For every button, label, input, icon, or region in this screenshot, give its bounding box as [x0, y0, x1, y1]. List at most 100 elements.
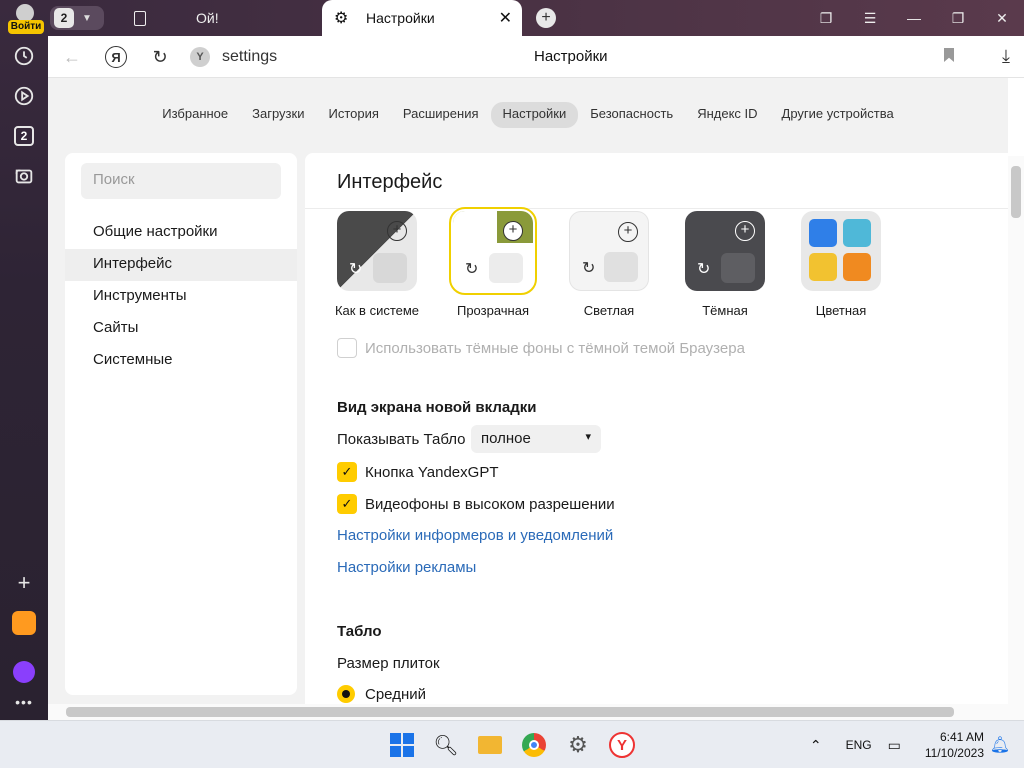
hd-video-checkbox-row[interactable]: ✓ Видеофоны в высоком разрешении: [337, 493, 615, 515]
topnav-settings[interactable]: Настройки: [490, 102, 579, 128]
scrollbar-thumb[interactable]: [1011, 166, 1021, 218]
menu-icon[interactable]: ☰: [848, 0, 892, 36]
radio-selected-icon: [337, 685, 355, 703]
minimize-button[interactable]: —: [892, 0, 936, 36]
checkbox-label: Использовать тёмные фоны с тёмной темой …: [365, 339, 745, 357]
url-text[interactable]: settings: [222, 48, 277, 66]
tablo-section-title: Табло: [337, 623, 382, 640]
history-icon[interactable]: [12, 44, 36, 68]
settings-gear-icon[interactable]: ⚙: [564, 731, 592, 759]
restore-button[interactable]: ❐: [936, 0, 980, 36]
show-tablo-select[interactable]: полное ▾: [471, 425, 601, 453]
topnav-downloads[interactable]: Загрузки: [240, 102, 316, 128]
theme-label: Тёмная: [702, 303, 748, 318]
login-button[interactable]: Войти: [4, 2, 44, 34]
topnav-extensions[interactable]: Расширения: [391, 102, 491, 128]
chevron-down-icon: ▼: [82, 12, 92, 24]
theme-light[interactable]: + ↻ Светлая: [559, 211, 659, 321]
topnav-history[interactable]: История: [316, 102, 390, 128]
language-indicator[interactable]: ENG: [846, 738, 872, 752]
mail-app-icon[interactable]: [12, 611, 36, 635]
tab-group-button[interactable]: 2 ▼: [50, 6, 104, 30]
settings-main-panel: Интерфейс + ↻ Как в системе + ↻ Прозрачн…: [305, 153, 1008, 704]
windows-logo-icon: [390, 733, 414, 757]
clock-date: 11/10/2023: [924, 746, 984, 760]
new-tab-button[interactable]: +: [536, 8, 556, 28]
ads-settings-link[interactable]: Настройки рекламы: [337, 559, 476, 576]
tab-group-count: 2: [54, 8, 74, 28]
checkbox-label: Видеофоны в высоком разрешении: [365, 495, 615, 513]
chrome-icon[interactable]: [520, 731, 548, 759]
divider: [305, 208, 1008, 209]
page-title: Настройки: [534, 48, 608, 65]
browser-sidebar: Войти 2 + •••: [0, 0, 48, 720]
yandexgpt-checkbox[interactable]: ✓: [337, 462, 357, 482]
vertical-scrollbar[interactable]: [1008, 156, 1024, 704]
settings-top-nav: Избранное Загрузки История Расширения На…: [48, 102, 1008, 128]
bookmark-icon[interactable]: [944, 48, 954, 62]
clock-time: 6:41 AM: [939, 730, 984, 744]
tabs-count-icon[interactable]: 2: [12, 124, 36, 148]
close-window-button[interactable]: ✕: [980, 0, 1024, 36]
tab-oops[interactable]: Ой!: [118, 0, 318, 36]
reload-button[interactable]: ↻: [148, 45, 172, 69]
tray-chevron-up-icon[interactable]: ⌃: [810, 737, 822, 754]
video-play-icon[interactable]: [12, 84, 36, 108]
theme-dark[interactable]: + ↻ Тёмная: [675, 211, 775, 321]
sidebar-item-tools[interactable]: Инструменты: [65, 281, 297, 313]
theme-label: Как в системе: [334, 303, 420, 318]
topnav-favorites[interactable]: Избранное: [150, 102, 240, 128]
theme-colored-thumbnail: [801, 211, 881, 291]
dark-backgrounds-checkbox-row[interactable]: Использовать тёмные фоны с тёмной темой …: [337, 337, 745, 359]
download-icon[interactable]: ⤓: [1002, 46, 1010, 67]
settings-search-input[interactable]: Поиск: [81, 163, 281, 199]
tab-settings[interactable]: ⚙ Настройки ✕: [322, 0, 522, 36]
sidebar-item-general[interactable]: Общие настройки: [65, 217, 297, 249]
theme-colored[interactable]: Цветная: [791, 211, 891, 321]
alice-assistant-icon[interactable]: [12, 660, 36, 684]
topnav-yandex-id[interactable]: Яндекс ID: [685, 102, 769, 128]
theme-label: Светлая: [583, 303, 635, 318]
chevron-down-icon: ▾: [585, 431, 591, 443]
section-heading: Интерфейс: [337, 171, 443, 193]
scrollbar-thumb[interactable]: [66, 707, 954, 717]
more-icon[interactable]: •••: [12, 690, 36, 714]
theme-system[interactable]: + ↻ Как в системе: [327, 211, 427, 321]
notification-bell-icon[interactable]: 🔔︎: [990, 735, 1010, 755]
yandex-home-button[interactable]: Я: [104, 45, 128, 69]
dark-backgrounds-checkbox[interactable]: [337, 338, 357, 358]
back-button[interactable]: ←: [60, 45, 84, 69]
close-tab-icon[interactable]: ✕: [499, 8, 512, 28]
screenshot-icon[interactable]: [12, 164, 36, 188]
topnav-security[interactable]: Безопасность: [578, 102, 685, 128]
yandex-browser-icon[interactable]: Y: [608, 731, 636, 759]
select-value: полное: [481, 430, 531, 447]
theme-picker: + ↻ Как в системе + ↻ Прозрачная + ↻ Све…: [335, 207, 897, 321]
informers-settings-link[interactable]: Настройки информеров и уведомлений: [337, 527, 613, 544]
address-bar: ← Я ↻ Y settings Настройки ⤓: [48, 36, 1024, 78]
file-explorer-icon[interactable]: [476, 731, 504, 759]
search-icon[interactable]: 🔍︎: [432, 731, 460, 759]
gear-icon: ⚙: [334, 10, 349, 27]
tabs-count-badge: 2: [14, 126, 34, 146]
show-tablo-label: Показывать Табло: [337, 431, 466, 448]
theme-transparent[interactable]: + ↻ Прозрачная: [443, 207, 543, 321]
theme-system-thumbnail: + ↻: [337, 211, 417, 291]
settings-page: Избранное Загрузки История Расширения На…: [48, 78, 1008, 704]
tile-size-medium-radio[interactable]: Средний: [337, 685, 426, 703]
sidebar-item-system[interactable]: Системные: [65, 345, 297, 377]
network-icon[interactable]: ▭: [888, 737, 901, 754]
topnav-other-devices[interactable]: Другие устройства: [770, 102, 906, 128]
sidebar-item-sites[interactable]: Сайты: [65, 313, 297, 345]
add-panel-icon[interactable]: +: [12, 570, 36, 595]
horizontal-scrollbar[interactable]: [48, 704, 1024, 720]
login-label: Войти: [8, 20, 44, 34]
collections-icon[interactable]: ❐: [804, 0, 848, 36]
clock[interactable]: 6:41 AM 11/10/2023: [925, 729, 984, 761]
windows-taskbar: 🔍︎ ⚙ Y ⌃ ENG ▭ 6:41 AM 11/10/2023 🔔︎: [0, 720, 1024, 768]
sidebar-item-interface[interactable]: Интерфейс: [65, 249, 297, 281]
start-button[interactable]: [388, 731, 416, 759]
checkbox-label: Кнопка YandexGPT: [365, 463, 499, 481]
hd-video-checkbox[interactable]: ✓: [337, 494, 357, 514]
yandexgpt-checkbox-row[interactable]: ✓ Кнопка YandexGPT: [337, 461, 498, 483]
